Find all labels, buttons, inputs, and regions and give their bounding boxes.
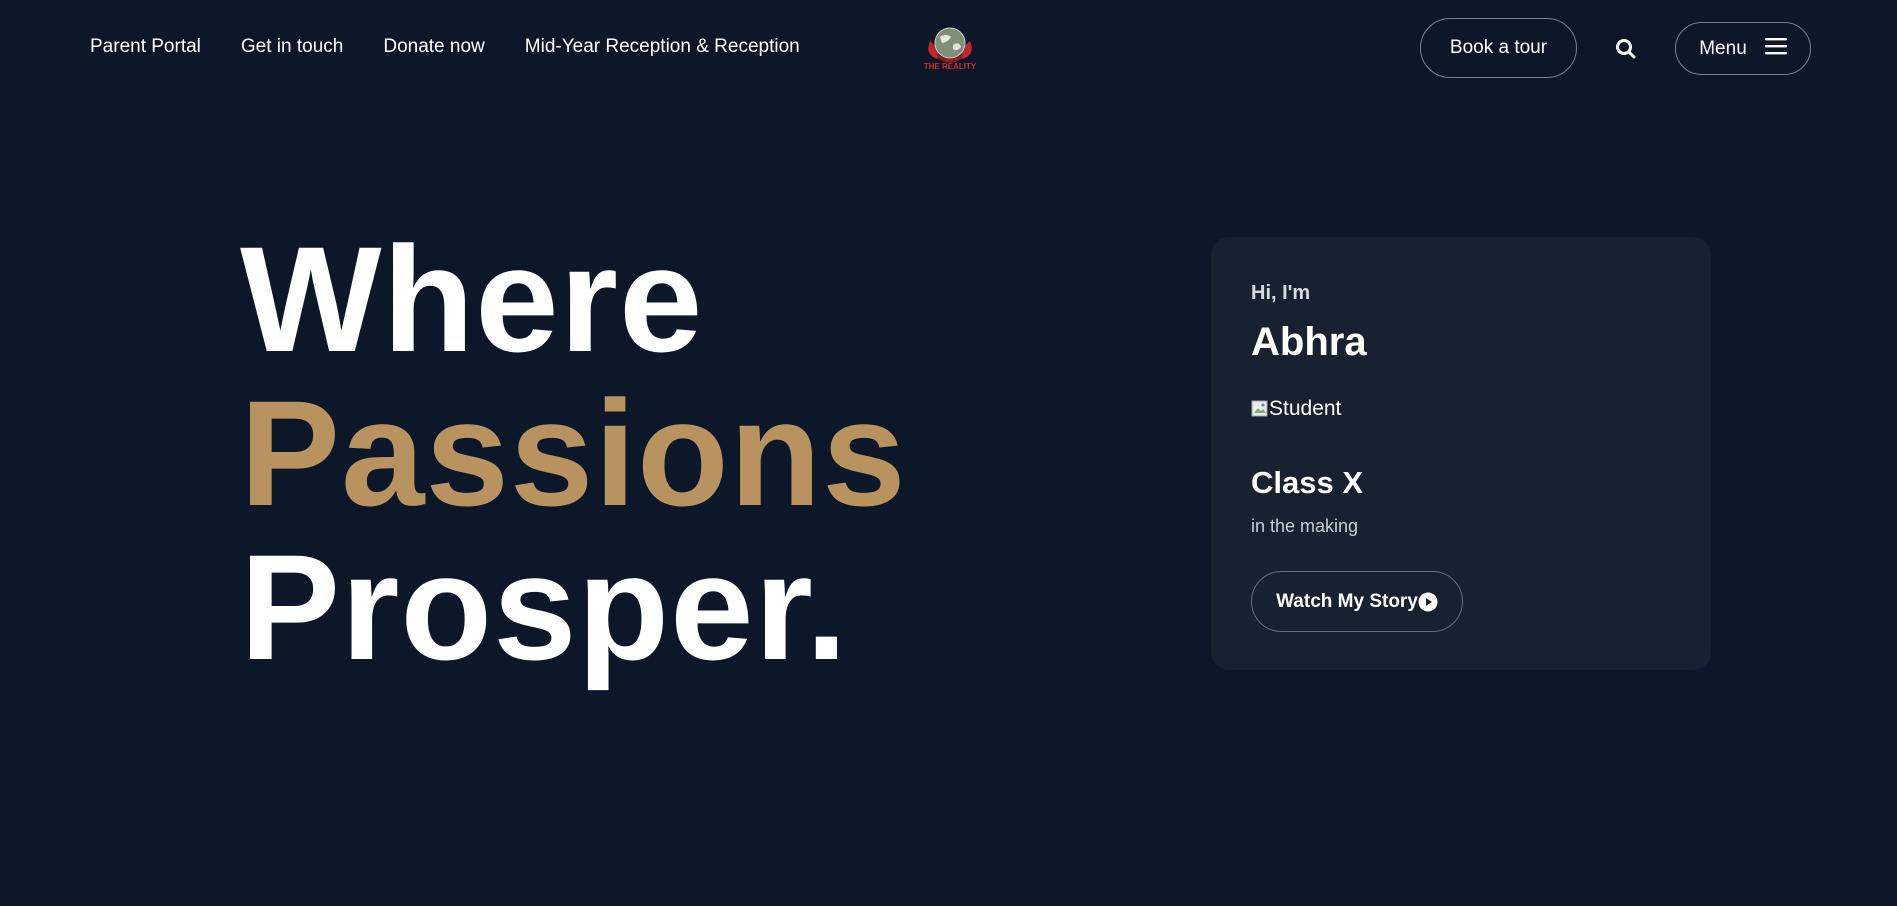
- broken-image-icon: [1251, 400, 1269, 418]
- hero-line-where: Where: [240, 215, 704, 383]
- student-story-card: Hi, I'm Abhra Student Class X in the mak…: [1211, 237, 1711, 670]
- hero-line-passions: Passions: [240, 369, 907, 537]
- hero-line-prosper: Prosper.: [240, 523, 849, 691]
- search-icon[interactable]: [1612, 35, 1640, 63]
- watch-story-label: Watch My Story: [1276, 590, 1418, 612]
- site-logo[interactable]: THE REALITY: [918, 25, 982, 71]
- nav-parent-portal[interactable]: Parent Portal: [90, 36, 201, 58]
- nav-get-in-touch[interactable]: Get in touch: [241, 36, 343, 58]
- menu-button[interactable]: Menu: [1675, 22, 1811, 75]
- nav-donate-now[interactable]: Donate now: [383, 36, 484, 58]
- nav-mid-year-reception[interactable]: Mid-Year Reception & Reception: [525, 36, 800, 58]
- logo-text: THE REALITY: [924, 62, 977, 71]
- class-subtitle: in the making: [1251, 516, 1359, 536]
- menu-label: Menu: [1699, 37, 1747, 59]
- card-greeting: Hi, I'm: [1251, 282, 1311, 304]
- student-name: Abhra: [1251, 320, 1367, 364]
- student-image-alt-text: Student: [1269, 397, 1342, 420]
- hamburger-icon: [1764, 37, 1787, 61]
- hero-heading: Where Passions Prosper.: [240, 222, 907, 684]
- book-tour-button[interactable]: Book a tour: [1420, 18, 1577, 78]
- class-label: Class X: [1251, 465, 1364, 500]
- primary-nav: Parent Portal Get in touch Donate now Mi…: [90, 36, 800, 58]
- play-icon: [1418, 592, 1438, 612]
- student-image: Student: [1251, 397, 1341, 421]
- top-navigation: Parent Portal Get in touch Donate now Mi…: [0, 0, 1897, 96]
- watch-story-button[interactable]: Watch My Story: [1251, 571, 1463, 632]
